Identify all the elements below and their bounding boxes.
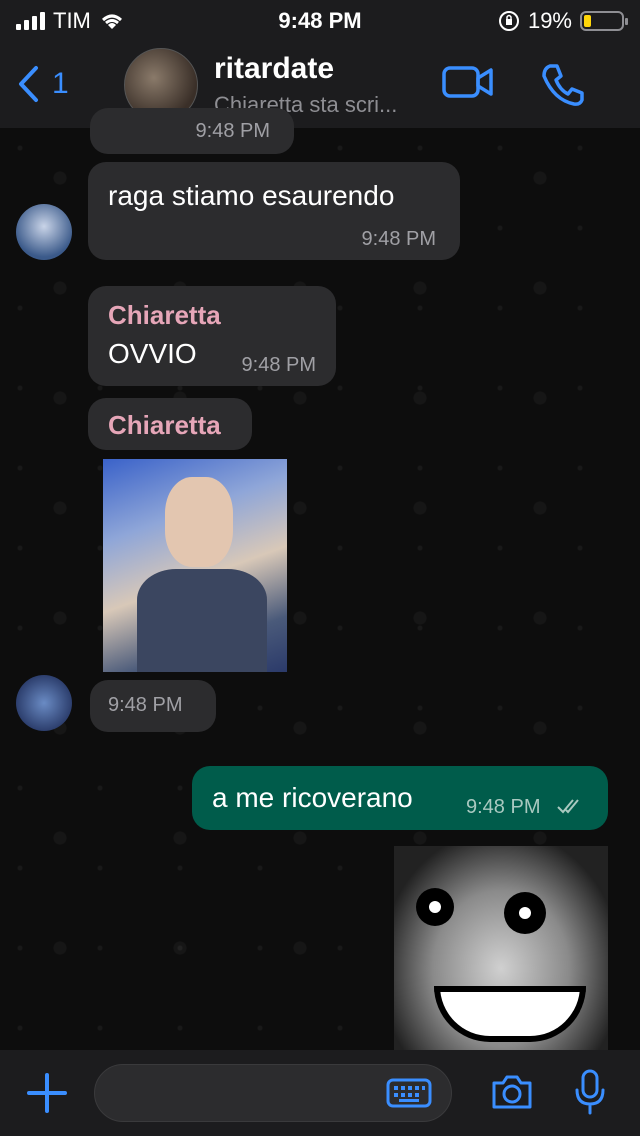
input-bar <box>0 1050 640 1136</box>
image-mouth <box>434 986 586 1042</box>
keyboard-icon[interactable] <box>386 1078 432 1108</box>
message-text: a me ricoverano <box>212 782 413 813</box>
message-bubble[interactable]: Chiaretta OVVIO 9:48 PM <box>88 286 336 386</box>
message-time: 9:48 PM <box>195 120 270 142</box>
battery-percent: 19% <box>527 8 572 33</box>
chat-title[interactable]: ritardate <box>214 52 334 86</box>
plus-icon[interactable] <box>26 1072 68 1114</box>
chevron-left-icon <box>19 66 38 102</box>
message-text: OVVIO <box>108 338 197 369</box>
unread-count: 1 <box>52 67 69 100</box>
back-button[interactable]: 1 <box>16 64 69 104</box>
read-receipt-icon <box>557 799 579 814</box>
gif-face-shape <box>165 477 233 567</box>
sender-bubble: Chiaretta <box>88 398 252 450</box>
message-bubble[interactable]: 9:48 PM <box>90 108 294 154</box>
message-bubble[interactable]: 9:48 PM <box>90 680 216 732</box>
status-bar: TIM 9:48 PM 19% <box>0 0 640 40</box>
image-eye-left <box>416 888 454 926</box>
image-eye-right <box>504 892 546 934</box>
orientation-lock-icon <box>498 11 519 31</box>
battery-icon <box>580 11 628 31</box>
message-time: 9:48 PM <box>241 354 316 376</box>
image-media[interactable] <box>394 846 608 1050</box>
sender-avatar[interactable] <box>16 204 72 260</box>
status-right: 19% <box>498 8 628 34</box>
sender-avatar[interactable] <box>16 675 72 731</box>
gif-body-shape <box>137 569 267 672</box>
message-bubble[interactable]: raga stiamo esaurendo 9:48 PM <box>88 162 460 260</box>
message-time: 9:48 PM <box>361 228 436 250</box>
video-call-icon[interactable] <box>442 62 494 102</box>
phone-icon[interactable] <box>540 62 586 108</box>
message-text: raga stiamo esaurendo <box>108 180 395 211</box>
message-time: 9:48 PM <box>466 796 541 818</box>
outgoing-message-bubble[interactable]: a me ricoverano 9:48 PM <box>192 766 608 830</box>
camera-icon[interactable] <box>490 1072 534 1112</box>
microphone-icon[interactable] <box>574 1068 606 1116</box>
sender-name[interactable]: Chiaretta <box>108 300 221 331</box>
sender-name[interactable]: Chiaretta <box>108 410 221 441</box>
battery-fill <box>584 15 591 27</box>
message-time: 9:48 PM <box>108 694 183 716</box>
gif-media[interactable] <box>103 459 287 672</box>
